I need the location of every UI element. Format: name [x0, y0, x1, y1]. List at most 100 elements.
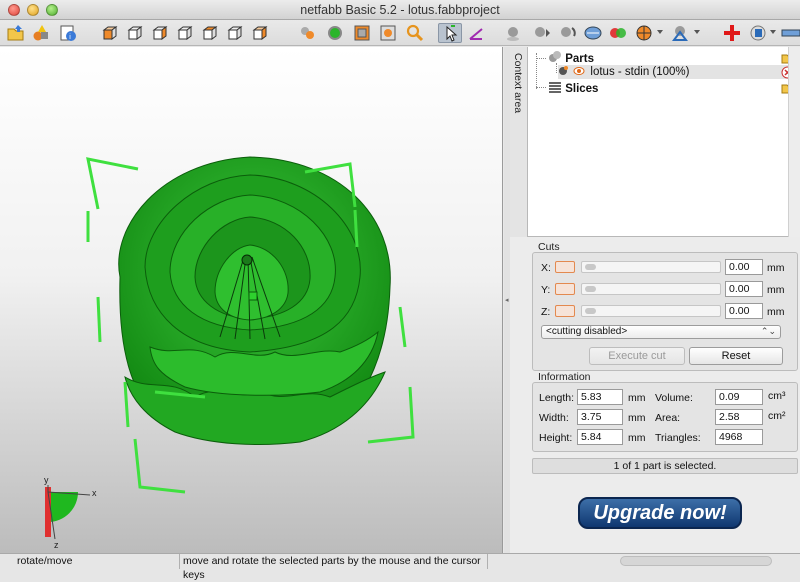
cut-x-slider[interactable] [581, 261, 721, 273]
analysis-dropdown-icon[interactable] [657, 30, 663, 34]
volume-unit: cm³ [768, 390, 786, 402]
zoom-icon[interactable] [405, 23, 425, 43]
reset-button[interactable]: Reset [689, 347, 783, 365]
information-group: Length: 5.83 mm Width: 3.75 mm Height: 5… [532, 382, 798, 452]
tree-item-parts[interactable]: Parts [548, 50, 788, 65]
cut-x-toggle[interactable] [555, 261, 575, 273]
area-label: Area: [655, 412, 681, 424]
zoom-selection-icon[interactable] [325, 23, 345, 43]
window-title: netfabb Basic 5.2 - lotus.fabbproject [300, 3, 500, 17]
execute-cut-button[interactable]: Execute cut [589, 347, 685, 365]
parts-label: Parts [565, 53, 594, 65]
lotus-model[interactable]: x y z [0, 47, 503, 553]
part-name: lotus - stdin (100%) [590, 66, 690, 78]
open-project-icon[interactable] [6, 23, 26, 43]
zoom-window-icon[interactable] [352, 23, 372, 43]
support-dropdown-icon[interactable] [694, 30, 700, 34]
upgrade-now-button[interactable]: Upgrade now! [578, 497, 742, 529]
3d-viewport[interactable]: x y z [0, 47, 503, 553]
view-bottom-icon[interactable] [225, 23, 245, 43]
width-field: 3.75 [577, 409, 623, 425]
view-top-icon[interactable] [200, 23, 220, 43]
tree-item-slices[interactable]: Slices [548, 80, 788, 95]
cuts-group: X: 0.00 mm Y: 0.00 mm Z: 0.00 mm <cuttin… [532, 252, 798, 371]
cut-y-unit: mm [767, 284, 785, 296]
select-mode-icon[interactable] [438, 23, 462, 43]
support-icon[interactable] [670, 23, 690, 43]
axis-y-label: y [44, 475, 49, 485]
slices-label: Slices [565, 83, 599, 95]
cut-z-slider[interactable] [581, 305, 721, 317]
zoom-all-icon[interactable] [298, 23, 318, 43]
cutting-mode-select[interactable]: <cutting disabled> ⌃⌄ [541, 325, 781, 339]
select-chevron-icon: ⌃⌄ [760, 326, 776, 336]
analysis-icon[interactable] [634, 23, 654, 43]
status-scrollbar[interactable] [620, 556, 772, 566]
view-right-icon[interactable] [175, 23, 195, 43]
view-front-icon[interactable] [100, 23, 120, 43]
cut-z-field[interactable]: 0.00 [725, 303, 763, 319]
cut-z-slider-knob[interactable] [585, 308, 596, 314]
close-window-button[interactable] [8, 4, 20, 16]
splitter-grip-icon: ◂ [505, 297, 509, 304]
zoom-part-icon[interactable] [378, 23, 398, 43]
cut-x-field[interactable]: 0.00 [725, 259, 763, 275]
zoom-window-button[interactable] [46, 4, 58, 16]
tree-scrollbar[interactable] [788, 47, 800, 237]
cut-z-toggle[interactable] [555, 305, 575, 317]
cut-x-slider-knob[interactable] [585, 264, 596, 270]
shading-icon[interactable] [503, 23, 523, 43]
right-panel: Context area Parts lotus - stdin (100%) … [510, 47, 800, 553]
view-left-icon[interactable] [150, 23, 170, 43]
width-label: Width: [539, 412, 569, 424]
volume-field: 0.09 [715, 389, 763, 405]
triangles-field: 4968 [715, 429, 763, 445]
app-window: netfabb Basic 5.2 - lotus.fabbproject i [0, 0, 800, 581]
measure-mode-icon[interactable] [467, 23, 487, 43]
context-area-tab[interactable]: Context area [510, 47, 528, 237]
new-repair-icon[interactable] [722, 23, 742, 43]
area-unit: cm² [768, 410, 786, 422]
main-toolbar: i [0, 20, 800, 46]
axis-gizmo: x y z [44, 475, 97, 550]
cut-x-unit: mm [767, 262, 785, 274]
cut-y-slider[interactable] [581, 283, 721, 295]
status-hint: move and rotate the selected parts by th… [180, 554, 488, 581]
tree-connector [536, 58, 546, 59]
length-field: 5.83 [577, 389, 623, 405]
status-bar: rotate/move move and rotate the selected… [0, 553, 800, 581]
axis-x-label: x [92, 488, 97, 498]
parts-icon [549, 51, 561, 62]
triangles-label: Triangles: [655, 432, 701, 444]
visibility-eye-icon[interactable] [573, 65, 585, 77]
export-icon[interactable] [748, 23, 768, 43]
cut-y-slider-knob[interactable] [585, 286, 596, 292]
height-label: Height: [539, 432, 573, 444]
view-back-icon[interactable] [125, 23, 145, 43]
length-unit: mm [628, 392, 646, 404]
height-unit: mm [628, 432, 646, 444]
cut-y-field[interactable]: 0.00 [725, 281, 763, 297]
length-label: Length: [539, 392, 575, 404]
add-part-icon[interactable] [32, 23, 52, 43]
cut-z-label: Z: [541, 306, 551, 318]
cut-y-label: Y: [541, 284, 551, 296]
move-part-icon[interactable] [532, 23, 552, 43]
cut-x-label: X: [541, 262, 551, 274]
export-dropdown-icon[interactable] [770, 30, 776, 34]
part-info-icon[interactable]: i [58, 23, 78, 43]
repair-icon[interactable] [583, 23, 603, 43]
boolean-icon[interactable] [608, 23, 628, 43]
view-perspective-icon[interactable] [250, 23, 270, 43]
volume-label: Volume: [655, 392, 693, 404]
status-mode: rotate/move [14, 554, 180, 569]
cut-y-toggle[interactable] [555, 283, 575, 295]
area-field: 2.58 [715, 409, 763, 425]
height-field: 5.84 [577, 429, 623, 445]
context-area-label: Context area [512, 53, 524, 114]
minimize-window-button[interactable] [27, 4, 39, 16]
tree-item-part[interactable]: lotus - stdin (100%) [558, 65, 788, 79]
ruler-icon[interactable] [780, 23, 800, 43]
rotate-part-icon[interactable] [558, 23, 578, 43]
width-unit: mm [628, 412, 646, 424]
